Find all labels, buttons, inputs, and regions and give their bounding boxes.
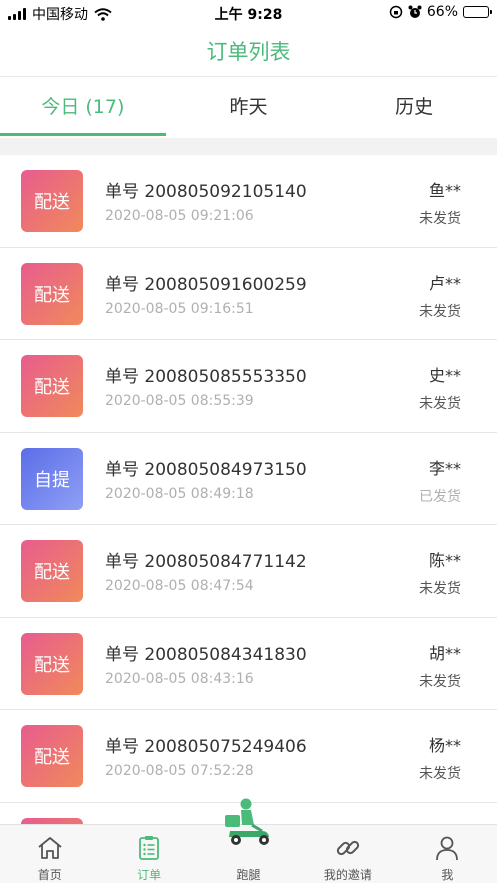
tabbar-invite[interactable]: 我的邀请: [298, 825, 397, 883]
tabbar-me[interactable]: 我: [398, 825, 497, 883]
order-type-badge: 配送: [21, 725, 83, 787]
battery-percent: 66%: [426, 4, 458, 20]
tabbar-label: 我的邀请: [323, 868, 372, 882]
tabbar-label: 我: [441, 868, 454, 882]
order-type-badge: 配送: [21, 632, 83, 695]
order-time: 2020-08-05 08:49:18: [105, 485, 254, 502]
tab-yesterday[interactable]: 昨天: [166, 77, 332, 138]
order-number: 单号 200805084973150: [105, 459, 307, 480]
tabbar-label: 首页: [37, 868, 62, 882]
shipping-status: 未发货: [419, 396, 461, 412]
user-icon: [436, 836, 459, 861]
order-row[interactable]: 配送 单号 200805085553350 2020-08-05 08:55:3…: [0, 340, 497, 433]
shipping-status: 未发货: [419, 303, 461, 320]
order-time: 2020-08-05 08:43:16: [105, 670, 254, 687]
tabbar-errand[interactable]: 跑腿: [199, 798, 298, 883]
shipping-status: 未发货: [419, 766, 461, 782]
section-divider: [0, 138, 497, 155]
order-number: 单号 200805084771142: [105, 552, 307, 572]
customer-name: 陈**: [428, 551, 461, 570]
customer-name: 史**: [428, 366, 461, 385]
shipping-status: 已发货: [419, 488, 461, 505]
order-time: 2020-08-05 08:55:39: [105, 393, 254, 409]
order-time: 2020-08-05 08:47:54: [105, 578, 254, 594]
order-number: 单号 200805085553350: [105, 367, 307, 387]
order-time: 2020-08-05 07:52:28: [105, 763, 254, 779]
customer-name: 李**: [428, 458, 461, 478]
shipping-status: 未发货: [419, 211, 461, 227]
home-icon: [38, 837, 62, 859]
bottom-tab-bar: 首页 订单 跑腿 我的邀请 我: [0, 798, 497, 883]
customer-name: 胡**: [428, 643, 461, 663]
customer-name: 鱼**: [428, 181, 461, 200]
order-row[interactable]: 配送 单号 200805091600259 2020-08-05 09:16:5…: [0, 248, 497, 340]
shipping-status: 未发货: [419, 673, 461, 690]
order-row[interactable]: 配送 单号 200805084771142 2020-08-05 08:47:5…: [0, 525, 497, 618]
alarm-icon: [408, 5, 422, 18]
order-type-badge: 自提: [21, 447, 83, 510]
customer-name: 杨**: [428, 736, 461, 755]
shipping-status: 未发货: [419, 581, 461, 597]
order-row[interactable]: 自提 单号 200805084973150 2020-08-05 08:49:1…: [0, 433, 497, 525]
order-row[interactable]: 配送 单号 200805084341830 2020-08-05 08:43:1…: [0, 618, 497, 710]
customer-name: 卢**: [428, 273, 461, 293]
tabbar-orders[interactable]: 订单: [99, 825, 198, 883]
order-type-badge: 配送: [21, 170, 83, 232]
date-tabs: 今日 (17) 昨天 历史: [0, 76, 497, 138]
order-row[interactable]: 配送 单号 200805092105140 2020-08-05 09:21:0…: [0, 155, 497, 248]
tab-today[interactable]: 今日 (17): [0, 77, 166, 138]
order-type-badge: 配送: [21, 355, 83, 417]
order-row[interactable]: 配送 单号 200805075249406 2020-08-05 07:52:2…: [0, 710, 497, 803]
order-list[interactable]: 配送 单号 200805092105140 2020-08-05 09:21:0…: [0, 155, 497, 824]
link-icon: [336, 840, 360, 856]
order-number: 单号 200805075249406: [105, 737, 307, 757]
page-title: 订单列表: [206, 40, 291, 64]
battery-icon: [463, 6, 492, 18]
tabbar-label: 跑腿: [236, 868, 261, 882]
status-right: 66%: [389, 4, 492, 20]
order-time: 2020-08-05 09:21:06: [105, 208, 254, 224]
tabbar-home[interactable]: 首页: [0, 825, 99, 883]
tabbar-label: 订单: [137, 868, 162, 882]
order-type-badge: 配送: [21, 540, 83, 602]
status-bar: 中国移动 上午 9:28 66%: [0, 0, 497, 26]
tab-history[interactable]: 历史: [331, 77, 497, 138]
order-type-badge: 配送: [21, 262, 83, 325]
order-number: 单号 200805092105140: [105, 182, 307, 202]
delivery-rider-icon: [224, 798, 269, 845]
rotation-lock-icon: [389, 5, 403, 19]
order-list-icon: [139, 836, 160, 860]
order-time: 2020-08-05 09:16:51: [105, 300, 254, 317]
order-number: 单号 200805091600259: [105, 274, 307, 295]
order-number: 单号 200805084341830: [105, 644, 307, 665]
